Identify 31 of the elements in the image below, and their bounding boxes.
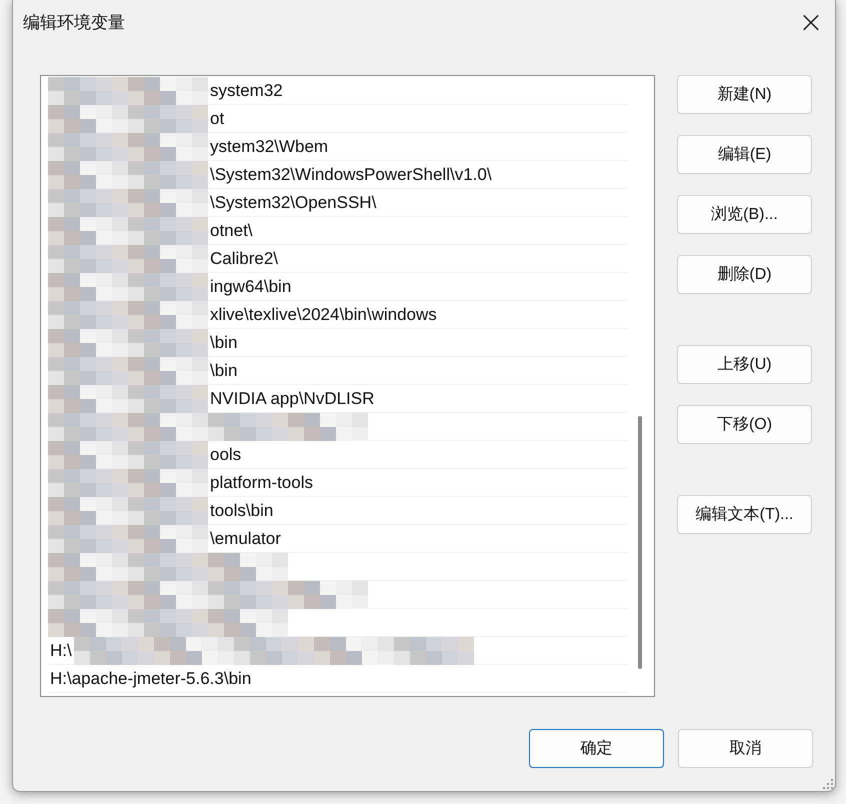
ok-button[interactable]: 确定 xyxy=(529,729,664,768)
cancel-button[interactable]: 取消 xyxy=(678,729,813,768)
path-entry[interactable]: \emulator xyxy=(208,528,283,548)
action-button[interactable]: 编辑文本(T)... xyxy=(677,495,812,534)
close-button[interactable]: × xyxy=(791,4,831,42)
scrollbar-thumb[interactable] xyxy=(638,416,642,669)
action-button[interactable]: 新建(N) xyxy=(677,75,812,114)
action-button[interactable]: 浏览(B)... xyxy=(677,195,812,234)
path-entry[interactable]: tools\bin xyxy=(208,500,276,520)
action-button[interactable]: 上移(U) xyxy=(677,345,812,384)
path-entry[interactable]: platform-tools xyxy=(208,472,315,492)
path-entry[interactable]: \System32\OpenSSH\ xyxy=(208,192,378,212)
path-entry[interactable]: ingw64\bin xyxy=(208,276,294,296)
window-title: 编辑环境变量 xyxy=(23,12,125,34)
path-entry[interactable]: \bin xyxy=(208,360,240,380)
path-entry[interactable]: ystem32\Wbem xyxy=(208,136,330,156)
path-entry[interactable]: \System32\WindowsPowerShell\v1.0\ xyxy=(208,164,494,184)
action-button[interactable]: 编辑(E) xyxy=(677,135,812,174)
path-entry[interactable]: xlive\texlive\2024\bin\windows xyxy=(208,304,439,324)
resize-grip-icon[interactable] xyxy=(823,779,833,789)
path-entry[interactable]: Calibre2\ xyxy=(208,248,280,268)
action-button[interactable]: 下移(O) xyxy=(677,405,812,444)
path-entry[interactable]: NVIDIA app\NvDLISR xyxy=(208,388,376,408)
path-entry[interactable]: ools xyxy=(208,444,244,464)
path-entry[interactable]: H:\ xyxy=(48,640,74,660)
path-entry[interactable]: ot xyxy=(208,108,226,128)
action-button[interactable]: 删除(D) xyxy=(677,255,812,294)
path-entry[interactable]: otnet\ xyxy=(208,220,255,240)
path-entry[interactable]: \bin xyxy=(208,332,240,352)
path-entry[interactable]: H:\apache-jmeter-5.6.3\bin xyxy=(48,668,254,688)
path-entry[interactable]: system32 xyxy=(208,80,285,100)
